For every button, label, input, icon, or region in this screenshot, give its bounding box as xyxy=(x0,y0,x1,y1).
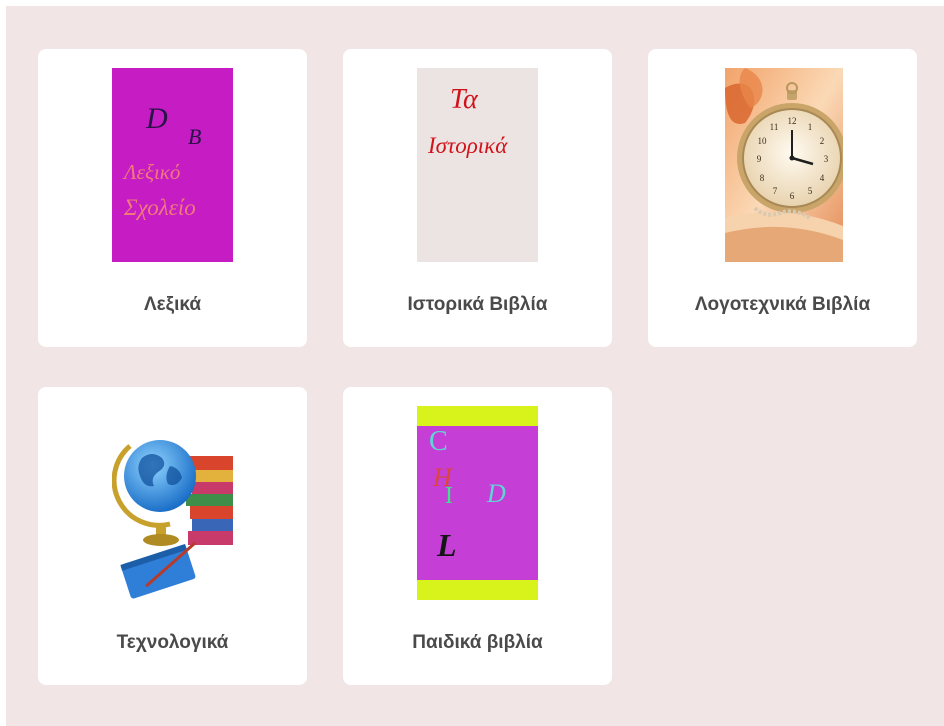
category-label: Λογοτεχνικά Βιβλία xyxy=(694,294,871,315)
category-card-dictionaries[interactable]: D B Λεξικό Σχολείο Λεξικά xyxy=(38,49,307,347)
svg-text:9: 9 xyxy=(757,154,762,164)
svg-text:4: 4 xyxy=(820,173,825,183)
category-card-children[interactable]: C H I D L Παιδικά βιβλία xyxy=(343,387,612,685)
svg-text:6: 6 xyxy=(790,191,795,201)
children-cover-image: C H I D L xyxy=(417,406,538,600)
dictionary-cover-image: D B Λεξικό Σχολείο xyxy=(112,68,233,262)
category-card-history[interactable]: Τα Ιστορικά Ιστορικά Βιβλία xyxy=(343,49,612,347)
svg-text:2: 2 xyxy=(820,136,825,146)
globe-and-books-icon xyxy=(112,406,233,600)
svg-text:11: 11 xyxy=(770,122,779,132)
svg-text:10: 10 xyxy=(758,136,768,146)
svg-text:8: 8 xyxy=(760,173,765,183)
pocket-watch-icon: 12 3 6 9 1 2 4 5 7 8 10 11 xyxy=(725,68,843,262)
svg-text:Τα: Τα xyxy=(450,84,479,115)
svg-text:D: D xyxy=(145,102,168,135)
category-card-literature[interactable]: 12 3 6 9 1 2 4 5 7 8 10 11 Λογοτεχνικά Β… xyxy=(648,49,917,347)
svg-text:B: B xyxy=(188,124,201,149)
category-label: Λεξικά xyxy=(143,294,202,315)
svg-text:Ιστορικά: Ιστορικά xyxy=(427,133,508,158)
svg-text:C: C xyxy=(429,426,448,457)
svg-text:L: L xyxy=(436,527,457,563)
svg-text:1: 1 xyxy=(808,122,813,132)
svg-text:12: 12 xyxy=(788,116,797,126)
svg-text:D: D xyxy=(486,479,506,508)
svg-text:Λεξικό: Λεξικό xyxy=(122,160,180,184)
category-grid: D B Λεξικό Σχολείο Λεξικά Τα Ιστορικά Ισ… xyxy=(6,6,944,726)
svg-text:7: 7 xyxy=(773,186,778,196)
category-label: Ιστορικά Βιβλία xyxy=(407,294,548,315)
history-cover-image: Τα Ιστορικά xyxy=(417,68,538,262)
svg-text:I: I xyxy=(445,483,453,509)
svg-text:3: 3 xyxy=(824,154,829,164)
svg-text:Σχολείο: Σχολείο xyxy=(123,195,196,220)
svg-text:5: 5 xyxy=(808,186,813,196)
category-card-technology[interactable]: Τεχνολογικά xyxy=(38,387,307,685)
category-label: Τεχνολογικά xyxy=(116,632,229,653)
category-label: Παιδικά βιβλία xyxy=(412,632,543,653)
